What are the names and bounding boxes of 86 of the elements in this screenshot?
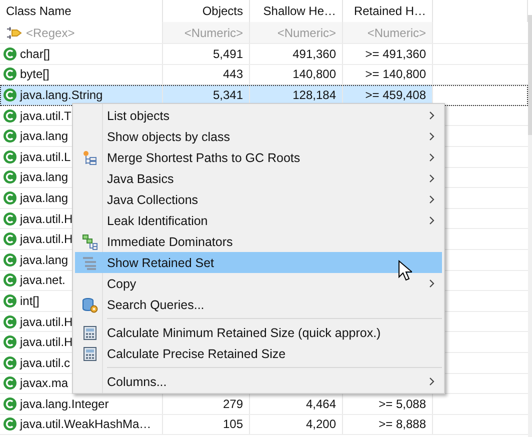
table-cell: java.util.c — [20, 356, 70, 370]
table-cell: 279 — [222, 396, 243, 411]
menu-item[interactable]: Calculate Precise Retained Size — [75, 343, 442, 364]
calculator-icon — [82, 346, 98, 362]
class-icon — [3, 232, 17, 246]
list-icon — [82, 254, 98, 270]
chevron-icon — [429, 195, 435, 204]
class-icon — [3, 46, 17, 61]
chevron-icon — [429, 216, 435, 225]
table-cell: java.lang.Integer — [20, 396, 109, 411]
class-icon — [3, 88, 17, 102]
menu-item[interactable]: Columns... — [75, 371, 442, 392]
chevron-icon — [429, 279, 435, 288]
table-cell: java.lang — [20, 129, 68, 144]
database-icon — [82, 296, 98, 312]
menu-item[interactable]: Merge Shortest Paths to GC Roots — [75, 147, 442, 168]
column-header[interactable]: Class Name — [0, 0, 163, 22]
table-cell: 128,184 — [292, 88, 336, 102]
calculator-icon — [82, 324, 98, 340]
table-cell: >= 5,088 — [378, 396, 426, 411]
table-cell: javax.ma — [20, 376, 68, 390]
chevron-icon — [429, 132, 435, 141]
table-cell: 443 — [222, 67, 243, 82]
menu-item[interactable]: Copy — [75, 273, 442, 294]
tree-icon — [82, 234, 98, 250]
table-cell: java.util.L — [20, 150, 71, 164]
table-cell: 140,800 — [292, 67, 336, 82]
table-cell: java.util.T — [20, 108, 72, 123]
table-cell: 491,360 — [292, 46, 336, 61]
class-icon — [3, 273, 17, 288]
table-cell: java.net. — [20, 273, 66, 288]
class-icon — [3, 376, 17, 390]
class-icon — [3, 150, 17, 164]
table-cell: 4,464 — [306, 396, 336, 411]
class-icon — [3, 396, 17, 411]
table-cell: 5,341 — [212, 88, 243, 102]
table-cell: java.lang.String — [20, 88, 103, 102]
table-row[interactable]: char[] 5,491 491,360 >= 491,360 — [0, 44, 528, 65]
table-cell: >= 140,800 — [365, 67, 426, 82]
filter-icon[interactable] — [6, 26, 22, 40]
table-cell: java.util.H — [20, 232, 73, 246]
menu-item[interactable]: List objects — [75, 105, 442, 126]
table-cell: >= 491,360 — [365, 46, 426, 61]
table-cell: java.util.WeakHashMa… — [20, 417, 152, 432]
menu-item[interactable]: Search Queries... — [75, 294, 442, 315]
class-icon — [3, 129, 17, 144]
menu-item[interactable]: Java Basics — [75, 168, 442, 189]
table-cell: >= 459,408 — [365, 88, 426, 102]
table-row[interactable]: java.util.WeakHashMa… 105 4,200 >= 8,888 — [0, 414, 528, 436]
table-cell: java.util.H — [20, 314, 73, 329]
table-cell: byte[] — [20, 67, 50, 82]
menu-item[interactable]: Show objects by class — [75, 126, 442, 147]
table-cell: int[] — [20, 294, 40, 308]
chevron-icon — [429, 377, 435, 386]
table-cell: java.lang — [20, 170, 68, 184]
class-icon — [3, 335, 17, 350]
tree-icon — [82, 150, 98, 166]
mouse-pointer-icon — [398, 260, 412, 282]
class-icon — [3, 252, 17, 267]
chevron-icon — [429, 174, 435, 183]
class-icon — [3, 294, 17, 308]
table-cell: java.lang — [20, 252, 68, 267]
menu-item[interactable]: Java Collections — [75, 189, 442, 210]
table-cell: >= 8,888 — [378, 417, 426, 432]
table-cell: java.util.H — [20, 212, 73, 226]
class-icon — [3, 190, 17, 205]
class-icon — [3, 170, 17, 184]
class-icon — [3, 356, 17, 370]
table-row[interactable]: java.lang.String 5,341 128,184 >= 459,408 — [0, 85, 528, 106]
table-cell: char[] — [20, 46, 50, 61]
class-icon — [3, 314, 17, 329]
menu-item[interactable]: Immediate Dominators — [75, 231, 442, 252]
chevron-icon — [429, 111, 435, 120]
table-cell: java.util.H — [20, 335, 73, 350]
class-icon — [3, 108, 17, 123]
menu-item[interactable]: Show Retained Set — [75, 252, 442, 273]
class-icon — [3, 417, 17, 432]
table-cell: 4,200 — [306, 417, 336, 432]
menu-item[interactable]: Leak Identification — [75, 210, 442, 231]
menu-item[interactable]: Calculate Minimum Retained Size (quick approx.) — [75, 322, 442, 343]
chevron-icon — [429, 153, 435, 162]
table-cell: 105 — [222, 417, 243, 432]
class-icon — [3, 67, 17, 82]
table-cell: java.lang — [20, 190, 68, 205]
table-cell: 5,491 — [212, 46, 243, 61]
class-icon — [3, 212, 17, 226]
